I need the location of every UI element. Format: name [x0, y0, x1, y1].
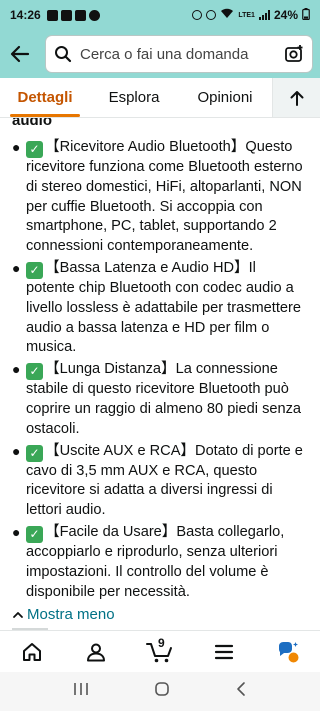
list-item: ● ✓ 【Uscite AUX e RCA】Dotato di porte e c…	[12, 442, 308, 521]
search-icon	[55, 46, 72, 63]
back-chevron-icon	[237, 682, 246, 696]
check-mark-icon: ✓	[26, 363, 43, 381]
search-input[interactable]	[80, 45, 284, 63]
back-system-button[interactable]	[235, 681, 247, 702]
check-mark-icon: ✓	[26, 141, 43, 158]
nav-home[interactable]	[12, 634, 52, 670]
feature-bullets: ● ✓ 【Ricevitore Audio Bluetooth】Questo ri…	[12, 138, 308, 602]
product-details-content: audio ● ✓ 【Ricevitore Audio Bluetooth】Que…	[0, 118, 320, 630]
alarm-icon	[192, 10, 203, 20]
app-header	[0, 30, 320, 78]
status-bar: 14:26 LTE1 24%	[0, 0, 320, 30]
home-system-button[interactable]	[154, 681, 170, 702]
arrow-up-icon	[290, 90, 303, 106]
back-button[interactable]	[8, 42, 32, 66]
bullet-text: 【Facile da Usare】Basta collegarlo, accop…	[26, 523, 285, 600]
menu-icon	[214, 644, 234, 659]
signal-icon	[258, 10, 270, 20]
user-icon	[87, 643, 105, 661]
home-icon	[23, 642, 41, 661]
recent-apps-icon	[73, 683, 88, 695]
show-less-label: Mostra meno	[27, 606, 115, 624]
check-mark-icon: ✓	[26, 444, 43, 462]
gallery-icon	[46, 9, 58, 21]
battery-percent: 24%	[273, 8, 298, 22]
nav-menu[interactable]	[204, 634, 244, 670]
bullet-dot-icon: ●	[12, 523, 21, 540]
bullet-text: 【Lunga Distanza】La connessione stabile d…	[26, 361, 302, 437]
check-mark-icon: ✓	[26, 525, 43, 543]
bullet-dot-icon: ●	[12, 259, 21, 276]
network-type: LTE1	[238, 11, 255, 19]
bottom-nav: 9	[0, 630, 320, 672]
home-circle-icon	[155, 682, 169, 696]
bullet-dot-icon: ●	[12, 361, 21, 378]
bullet-dot-icon: ●	[12, 139, 21, 155]
whatsapp-icon	[60, 9, 72, 21]
mute-icon	[206, 10, 217, 20]
section-heading: audio	[12, 118, 52, 128]
list-item: ● ✓ 【Ricevitore Audio Bluetooth】Questo ri…	[12, 138, 308, 257]
cart-count: 9	[158, 635, 165, 650]
nav-rufus[interactable]	[268, 634, 308, 670]
status-indicators: LTE1 24%	[192, 7, 310, 23]
message-icon	[74, 9, 86, 21]
bullet-dot-icon: ●	[12, 442, 21, 459]
more-notifications-icon	[88, 9, 100, 21]
list-item: ● ✓ 【Bassa Latenza e Audio HD】Il potente …	[12, 259, 308, 358]
camera-search-icon[interactable]	[284, 44, 304, 64]
nav-cart[interactable]: 9	[140, 634, 180, 670]
list-item: ● ✓ 【Lunga Distanza】La connessione stabil…	[12, 360, 308, 439]
system-navigation-bar	[0, 672, 320, 711]
notification-icons	[46, 9, 100, 21]
scroll-top-button[interactable]	[272, 78, 320, 117]
tab-opinioni[interactable]: Opinioni	[178, 78, 272, 117]
battery-icon	[302, 7, 310, 23]
status-time: 14:26	[10, 8, 41, 22]
list-item: ● ✓ 【Facile da Usare】Basta collegarlo, ac…	[12, 523, 308, 602]
back-arrow-icon	[10, 45, 30, 63]
search-bar[interactable]	[46, 36, 312, 72]
bullet-text: 【Ricevitore Audio Bluetooth】Questo ricev…	[26, 139, 303, 255]
recent-apps-button[interactable]	[73, 682, 89, 701]
product-tabs: Dettagli Esplora Opinioni	[0, 78, 320, 118]
bullet-text: 【Bassa Latenza e Audio HD】Il potente chi…	[26, 259, 301, 356]
check-mark-icon: ✓	[26, 261, 43, 279]
rufus-assistant-icon	[279, 641, 299, 662]
tab-esplora[interactable]: Esplora	[90, 78, 178, 117]
wifi-icon	[220, 8, 234, 22]
bullet-text: 【Uscite AUX e RCA】Dotato di porte e cavo…	[26, 442, 303, 519]
tab-dettagli[interactable]: Dettagli	[0, 78, 90, 117]
chevron-up-icon	[13, 611, 23, 618]
show-less-link[interactable]: Mostra meno	[12, 606, 308, 623]
nav-account[interactable]	[76, 634, 116, 670]
